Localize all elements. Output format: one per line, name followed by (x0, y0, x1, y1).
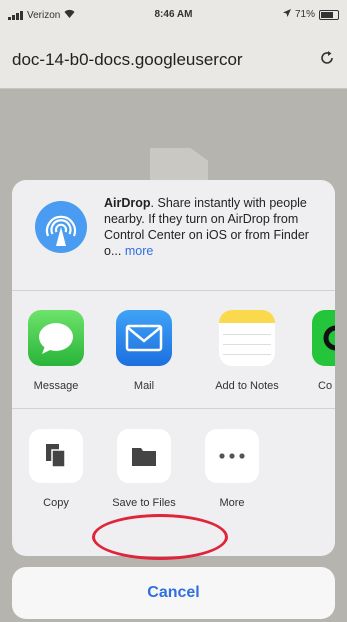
mail-icon (116, 310, 172, 366)
cancel-button[interactable]: Cancel (12, 567, 335, 619)
share-app-message[interactable]: Message (21, 310, 91, 393)
share-app-label: Co mic (318, 380, 335, 392)
airdrop-section[interactable]: AirDrop. Share instantly with people nea… (12, 180, 335, 291)
message-icon (28, 310, 84, 366)
share-apps-row: Message Mail Add to Notes Co mic (12, 290, 335, 409)
action-label: Save to Files (112, 497, 176, 509)
status-bar: Verizon 8:46 AM 71% (0, 0, 347, 28)
folder-icon (117, 429, 171, 483)
action-copy[interactable]: Copy (21, 429, 91, 510)
reload-icon[interactable] (319, 50, 335, 71)
copy-icon (29, 429, 83, 483)
url-text: doc-14-b0-docs.googleusercor (12, 50, 243, 69)
share-app-label: Mail (133, 380, 155, 392)
share-actions-row: Copy Save to Files More (12, 409, 335, 556)
app-icon (312, 310, 335, 366)
share-sheet: AirDrop. Share instantly with people nea… (12, 180, 335, 556)
battery-percent: 71% (294, 9, 315, 20)
share-app-mail[interactable]: Mail (109, 310, 179, 393)
notes-icon (219, 310, 275, 366)
action-more[interactable]: More (197, 429, 267, 510)
url-field[interactable]: doc-14-b0-docs.googleusercor (12, 45, 335, 75)
action-label: Copy (43, 497, 69, 509)
action-save-to-files[interactable]: Save to Files (106, 429, 182, 510)
more-icon (205, 429, 259, 483)
location-icon (282, 9, 291, 20)
battery-icon (319, 9, 339, 20)
battery-area: 71% (282, 9, 339, 20)
share-app-notes[interactable]: Add to Notes (204, 310, 290, 393)
airdrop-description: AirDrop. Share instantly with people nea… (104, 195, 326, 259)
airdrop-title: AirDrop (104, 196, 151, 210)
airdrop-more-link[interactable]: more (125, 244, 153, 258)
share-app-label: Message (33, 380, 79, 392)
airdrop-icon (34, 200, 88, 254)
address-bar: doc-14-b0-docs.googleusercor (0, 28, 347, 89)
action-label: More (219, 497, 245, 509)
share-app-partial[interactable]: Co mic (312, 310, 335, 393)
share-app-label: Add to Notes (215, 380, 279, 392)
